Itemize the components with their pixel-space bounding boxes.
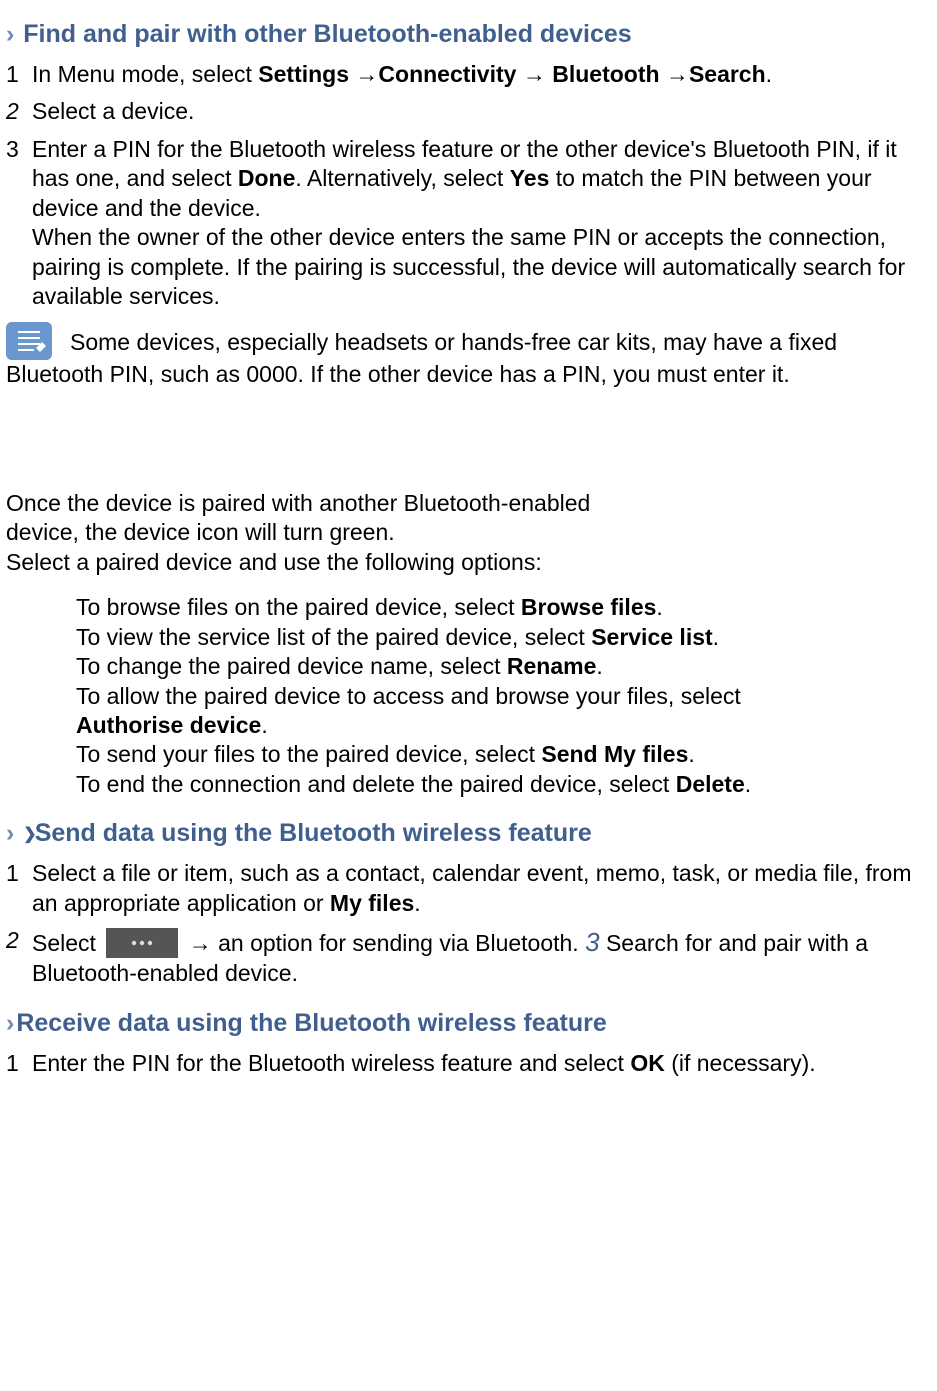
- list-item: To change the paired device name, select…: [6, 652, 931, 681]
- step-number: 1: [6, 1049, 32, 1078]
- bold: Yes: [510, 165, 550, 191]
- text: In Menu mode, select: [32, 61, 258, 87]
- note-icon: [6, 322, 52, 360]
- note-block: Some devices, especially headsets or han…: [6, 322, 931, 389]
- text: Select: [32, 930, 102, 956]
- list-item: To view the service list of the paired d…: [6, 623, 931, 652]
- section-heading-receive: ›Receive data using the Bluetooth wirele…: [6, 1007, 931, 1039]
- bold: Connectivity: [378, 61, 516, 87]
- step-body: Enter a PIN for the Bluetooth wireless f…: [32, 135, 931, 312]
- step-row: 2 Select → an option for sending via Blu…: [6, 926, 931, 989]
- text: To browse files on the paired device, se…: [76, 594, 521, 620]
- text: Once the device is paired with another B…: [6, 489, 931, 518]
- step-body: Enter the PIN for the Bluetooth wireless…: [32, 1049, 931, 1078]
- list-item: To send your files to the paired device,…: [6, 740, 931, 769]
- text: → an option for sending via Bluetooth.: [189, 930, 585, 956]
- chevron-icon: ›: [6, 819, 14, 847]
- text: (if necessary).: [665, 1050, 816, 1076]
- bold: Bluetooth: [552, 61, 659, 87]
- bold: Browse files: [521, 594, 657, 620]
- step-row: 1 Select a file or item, such as a conta…: [6, 859, 931, 918]
- step-row: 2 Select a device.: [6, 97, 931, 126]
- bold: Done: [238, 165, 296, 191]
- text: device, the device icon will turn green.: [6, 518, 931, 547]
- text: To view the service list of the paired d…: [76, 624, 591, 650]
- step-number: 2: [6, 926, 32, 989]
- list-item: To end the connection and delete the pai…: [6, 770, 931, 799]
- heading-text: Send data using the Bluetooth wireless f…: [35, 819, 592, 847]
- step-number: 1: [6, 859, 32, 918]
- step-body: Select a device.: [32, 97, 931, 126]
- text: →: [516, 61, 552, 87]
- heading-text: Find and pair with other Bluetooth-enabl…: [16, 20, 631, 48]
- bold: My files: [330, 890, 414, 916]
- list-item: To allow the paired device to access and…: [6, 682, 931, 741]
- bold: Delete: [676, 771, 745, 797]
- text: →: [660, 61, 689, 87]
- chevron-icon: ›: [6, 1009, 14, 1037]
- text: To change the paired device name, select: [76, 653, 507, 679]
- step-number: 2: [6, 97, 32, 126]
- text: Select a file or item, such as a contact…: [32, 860, 912, 915]
- step-body: Select a file or item, such as a contact…: [32, 859, 931, 918]
- section-heading-send: › ❯Send data using the Bluetooth wireles…: [6, 817, 931, 849]
- bold: OK: [630, 1050, 665, 1076]
- text: To send your files to the paired device,…: [76, 741, 541, 767]
- text: .: [766, 61, 772, 87]
- list-item: To browse files on the paired device, se…: [6, 593, 931, 622]
- inline-step-number: 3: [585, 927, 599, 957]
- text: When the owner of the other device enter…: [32, 224, 905, 309]
- bold: Service list: [591, 624, 712, 650]
- text: To allow the paired device to access and…: [76, 683, 741, 709]
- text: →: [349, 61, 378, 87]
- chevron-icon: ›: [6, 20, 14, 48]
- bold: Send My files: [541, 741, 688, 767]
- step-row: 1 Enter the PIN for the Bluetooth wirele…: [6, 1049, 931, 1078]
- bold: Search: [689, 61, 766, 87]
- step-body: In Menu mode, select Settings →Connectiv…: [32, 60, 931, 89]
- text: . Alternatively, select: [295, 165, 509, 191]
- text: To end the connection and delete the pai…: [76, 771, 676, 797]
- bold: Authorise device: [76, 712, 261, 738]
- step-row: 3 Enter a PIN for the Bluetooth wireless…: [6, 135, 931, 312]
- bold: Settings: [258, 61, 349, 87]
- text: Select a paired device and use the follo…: [6, 548, 931, 577]
- note-text: Some devices, especially headsets or han…: [6, 329, 837, 387]
- step-body: Select → an option for sending via Bluet…: [32, 926, 931, 989]
- text: Enter the PIN for the Bluetooth wireless…: [32, 1050, 630, 1076]
- bold: Rename: [507, 653, 596, 679]
- step-row: 1 In Menu mode, select Settings →Connect…: [6, 60, 931, 89]
- more-options-icon: [106, 928, 178, 958]
- heading-text: Receive data using the Bluetooth wireles…: [16, 1009, 606, 1037]
- options-list: To browse files on the paired device, se…: [6, 593, 931, 799]
- section-heading-pair: › Find and pair with other Bluetooth-ena…: [6, 18, 931, 50]
- paired-intro: Once the device is paired with another B…: [6, 489, 931, 577]
- step-number: 1: [6, 60, 32, 89]
- step-number: 3: [6, 135, 32, 312]
